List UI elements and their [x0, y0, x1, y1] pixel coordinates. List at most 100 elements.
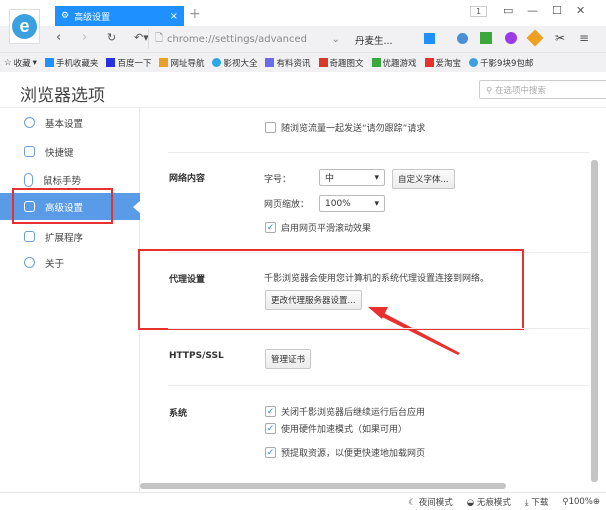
page-title: 浏览器选项 [20, 81, 105, 106]
sidebar-item-basic[interactable]: 基本设置 [0, 109, 140, 136]
navigation-icon [159, 58, 168, 67]
mouse-icon [24, 173, 33, 187]
download-button[interactable]: ⤓ 下载 [525, 496, 548, 508]
baidu-icon [106, 58, 115, 67]
divider [168, 328, 590, 329]
chevron-down-icon: ▾ [33, 58, 37, 68]
tab-count-badge[interactable]: 1 [470, 6, 487, 17]
checkbox-label: 使用硬件加速模式（如果可用） [281, 422, 407, 435]
feedback-icon[interactable]: ▭ [503, 4, 513, 17]
bookmark-label: 收藏 [14, 57, 31, 69]
keyboard-icon [24, 146, 35, 157]
back-button[interactable]: ‹ [56, 30, 61, 45]
bookmark-item[interactable]: 优趣游戏 [372, 57, 417, 69]
tab-advanced-settings[interactable]: ⚙ 高级设置 × [55, 6, 184, 26]
bookmark-item[interactable]: 千影9块9包邮 [469, 57, 533, 69]
checkbox-label: 关闭千影浏览器后继续运行后台应用 [281, 405, 425, 418]
night-mode-button[interactable]: ☾ 夜间模式 [408, 496, 452, 508]
zoom-control[interactable]: ⚲100%⊕ [562, 497, 600, 507]
page-zoom-select[interactable]: 100%▾ [319, 195, 385, 212]
hardware-acceleration-checkbox[interactable]: ✓ 使用硬件加速模式（如果可用） [265, 422, 407, 435]
bookmark-item[interactable]: 网址导航 [159, 57, 204, 69]
section-label-web-content: 网络内容 [169, 171, 205, 184]
bookmarks-bar: ☆收藏▾ 手机收藏夹 百度一下 网址导航 影视大全 有料资讯 奇趣图文 优趣游戏… [0, 52, 606, 72]
browser-icon [469, 58, 478, 67]
bookmark-favorites[interactable]: ☆收藏▾ [4, 57, 37, 69]
info-icon [24, 257, 35, 268]
extension-icon[interactable] [457, 33, 468, 44]
url-text: chrome://settings/advanced [167, 34, 307, 45]
menu-icon[interactable]: ≡ [579, 31, 589, 45]
browser-logo-icon: e [12, 14, 37, 39]
status-label: 夜间模式 [419, 498, 453, 508]
bookmark-item[interactable]: 百度一下 [106, 57, 151, 69]
checkbox[interactable]: ✓ [265, 406, 276, 417]
settings-search-input[interactable]: ⚲ 在选项中搜索 [479, 80, 606, 99]
divider [168, 152, 590, 153]
video-icon[interactable] [505, 32, 517, 44]
search-icon: ⚲ [486, 86, 495, 96]
do-not-track-checkbox[interactable]: 随浏览流量一起发送“请勿跟踪”请求 [265, 121, 425, 134]
font-size-select[interactable]: 中▾ [319, 169, 385, 186]
checkbox[interactable]: ✓ [265, 423, 276, 434]
maximize-button[interactable]: ☐ [552, 4, 562, 17]
gear-icon: ⚙ [61, 11, 69, 21]
font-size-label: 字号： [264, 172, 291, 185]
search-placeholder: 在选项中搜索 [495, 86, 546, 96]
bookmark-label: 网址导航 [170, 57, 204, 69]
mask-icon: ◒ [467, 498, 474, 508]
video-icon [212, 58, 221, 67]
status-label: 无痕模式 [477, 498, 511, 508]
checkbox-label: 启用网页平滑滚动效果 [281, 221, 371, 234]
bookmark-label: 有料资讯 [276, 57, 310, 69]
bookmark-label: 影视大全 [223, 57, 257, 69]
bookmark-label: 奇趣图文 [330, 57, 364, 69]
section-label-system: 系统 [169, 406, 187, 419]
annotation-highlight-sidebar [12, 188, 113, 224]
status-label: 下载 [531, 498, 548, 508]
game-icon[interactable] [480, 32, 492, 44]
bookmark-item[interactable]: 影视大全 [212, 57, 257, 69]
phone-icon [45, 58, 54, 67]
gear-icon [24, 117, 35, 128]
sidebar-item-about[interactable]: 关于 [0, 249, 140, 276]
smooth-scroll-checkbox[interactable]: ✓ 启用网页平滑滚动效果 [265, 221, 371, 234]
bookmark-label: 优趣游戏 [383, 57, 417, 69]
sidebar-item-extensions[interactable]: 扩展程序 [0, 223, 140, 250]
checkbox[interactable]: ✓ [265, 222, 276, 233]
extensions-icon [24, 231, 35, 242]
minimize-button[interactable]: — [527, 4, 538, 17]
address-bar[interactable]: 🗋 chrome://settings/advanced ⌄ [148, 29, 346, 49]
manage-certificates-button[interactable]: 管理证书 [265, 349, 311, 369]
star-icon: ☆ [4, 58, 12, 68]
sidebar: 基本设置 快捷键 鼠标手势 高级设置 扩展程序 关于 [0, 108, 140, 492]
bookmark-item[interactable]: 奇趣图文 [319, 57, 364, 69]
new-tab-button[interactable]: + [189, 6, 201, 22]
sidebar-item-shortcuts[interactable]: 快捷键 [0, 138, 140, 165]
scissors-icon[interactable]: ✂ [555, 31, 565, 45]
page-zoom-label: 网页缩放： [264, 197, 309, 210]
bookmark-item[interactable]: 有料资讯 [265, 57, 310, 69]
bookmark-item[interactable]: 手机收藏夹 [45, 57, 99, 69]
browser-logo: e [9, 9, 40, 44]
bookmark-item[interactable]: 爱淘宝 [425, 57, 462, 69]
zoom-in-icon[interactable]: ⊕ [593, 497, 600, 507]
search-box[interactable]: 丹麦生... [355, 33, 393, 47]
vertical-scrollbar[interactable] [591, 160, 598, 482]
bookmark-label: 爱淘宝 [436, 57, 462, 69]
checkbox-label: 预提取资源，以便更快速地加载网页 [281, 446, 425, 459]
custom-fonts-button[interactable]: 自定义字体... [392, 169, 455, 189]
undo-button[interactable]: ↶▾ [134, 31, 149, 44]
checkbox[interactable]: ✓ [265, 447, 276, 458]
reload-button[interactable]: ↻ [107, 31, 116, 44]
forward-button[interactable]: › [82, 30, 87, 45]
incognito-button[interactable]: ◒ 无痕模式 [467, 496, 511, 508]
close-window-button[interactable]: ✕ [576, 4, 585, 17]
horizontal-scrollbar[interactable] [140, 483, 506, 489]
apps-icon[interactable] [424, 33, 435, 44]
close-tab-icon[interactable]: × [170, 11, 178, 22]
checkbox[interactable] [265, 122, 276, 133]
background-apps-checkbox[interactable]: ✓ 关闭千影浏览器后继续运行后台应用 [265, 405, 425, 418]
chevron-down-icon[interactable]: ⌄ [332, 34, 340, 45]
prefetch-checkbox[interactable]: ✓ 预提取资源，以便更快速地加载网页 [265, 446, 425, 459]
